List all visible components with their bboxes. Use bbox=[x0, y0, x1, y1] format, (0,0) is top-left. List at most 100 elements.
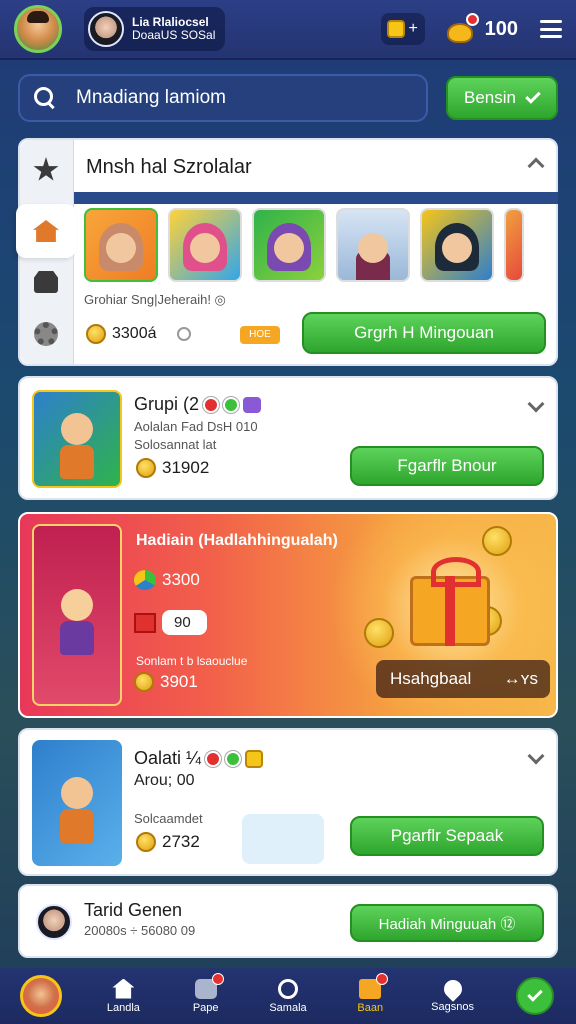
section-title: Mnsh hal Szrolalar bbox=[86, 156, 252, 178]
featured-subtitle: Sonlam t b lsaouclue bbox=[136, 654, 248, 668]
add-coins-button[interactable]: + bbox=[380, 13, 425, 45]
featured-button-label: Hsahgbaal bbox=[390, 669, 472, 688]
nav-label: Pape bbox=[192, 1001, 219, 1014]
featured-section-panel: Mnsh hal Szrolalar Grohiar Sng|Jeheraih!… bbox=[16, 138, 558, 366]
event-card-1[interactable]: Grupi (2 Aolalan Fad DsH 010 Solosannat … bbox=[18, 376, 558, 500]
rail-settings[interactable] bbox=[30, 318, 62, 350]
featured-title: Hadiain (Hadlahhingualah) bbox=[136, 532, 338, 549]
search-value: Mnadiang lamiom bbox=[76, 87, 226, 108]
friend-name: Tarid Genen bbox=[84, 900, 183, 920]
nav-label: Landla bbox=[106, 1001, 140, 1014]
featured-coins: 3901 bbox=[134, 672, 198, 692]
nav-shop[interactable]: Pape bbox=[165, 972, 247, 1014]
rail-favorites[interactable] bbox=[30, 154, 62, 186]
card-meta-line-2: Solosannat lat bbox=[134, 437, 217, 452]
card-coins-value: 31902 bbox=[162, 458, 210, 477]
nav-rewards[interactable]: Baan bbox=[329, 972, 411, 1014]
rail-inventory[interactable] bbox=[30, 266, 62, 298]
nav-label: Sagsnos bbox=[431, 1000, 474, 1013]
red-gem-icon bbox=[205, 750, 222, 767]
top-bar: Lia Rlaliocsel DoaaUS SOSal + 100 bbox=[0, 0, 576, 60]
friend-card[interactable]: Tarid Genen 20080s ÷ 56080 09 Hadiah Min… bbox=[18, 884, 558, 958]
notification-dot bbox=[211, 972, 224, 985]
thumbnail-6[interactable] bbox=[504, 208, 524, 282]
card-meta-line-1: Arou; 00 bbox=[134, 772, 195, 789]
card-title: Grupi (2 bbox=[134, 394, 262, 415]
gems-icon[interactable] bbox=[446, 13, 479, 43]
check-icon bbox=[527, 986, 543, 1002]
search-button-label: Bensin bbox=[464, 88, 516, 107]
red-gem-icon bbox=[203, 396, 220, 413]
nav-label: Samala bbox=[269, 1001, 307, 1014]
side-rail bbox=[16, 140, 76, 364]
bottom-nav: Landla Pape Samala Baan Sagsnos bbox=[0, 968, 576, 1024]
featured-pill: 90 bbox=[162, 610, 207, 635]
event-card-image bbox=[32, 390, 122, 488]
user-info: Lia Rlaliocsel DoaaUS SOSal bbox=[132, 16, 215, 42]
card-action-button[interactable]: Pgarflr Sepaak bbox=[350, 816, 544, 856]
box-icon bbox=[34, 271, 58, 293]
coin-icon bbox=[136, 458, 156, 478]
friend-stats: 20080s ÷ 56080 09 bbox=[84, 923, 196, 938]
gear-icon bbox=[34, 322, 58, 346]
nav-map[interactable]: Sagsnos bbox=[411, 975, 493, 1013]
search-button[interactable]: Bensin bbox=[446, 76, 558, 120]
search-input[interactable]: Mnadiang lamiom bbox=[18, 74, 428, 122]
swap-icon: ↔ʏs bbox=[503, 669, 538, 688]
featured-gems-value: 3300 bbox=[162, 570, 200, 589]
section-divider bbox=[74, 192, 558, 204]
user-chip[interactable]: Lia Rlaliocsel DoaaUS SOSal bbox=[84, 7, 226, 51]
nav-home[interactable]: Landla bbox=[82, 978, 164, 1014]
expand-icon[interactable] bbox=[527, 747, 545, 765]
gift-action-button[interactable]: Hadiah Minguuah ⑫ bbox=[350, 904, 544, 942]
nav-confirm[interactable] bbox=[494, 977, 576, 1015]
hot-tag: HOE bbox=[240, 326, 280, 344]
menu-icon[interactable] bbox=[540, 20, 562, 38]
section-coins: 3300á bbox=[86, 324, 191, 344]
info-icon bbox=[176, 327, 191, 341]
search-row: Mnadiang lamiom Bensin bbox=[18, 74, 558, 122]
gems-count: 100 bbox=[484, 17, 518, 40]
event-card-image bbox=[32, 740, 122, 866]
nav-explore[interactable]: Samala bbox=[247, 978, 329, 1014]
coin-icon bbox=[387, 20, 406, 38]
thumbnail-2[interactable] bbox=[168, 208, 242, 282]
player-avatar[interactable] bbox=[14, 5, 62, 53]
search-icon bbox=[34, 87, 56, 109]
friend-avatar bbox=[36, 904, 72, 940]
section-coins-value: 3300á bbox=[112, 325, 157, 342]
gold-box-icon bbox=[245, 749, 264, 768]
featured-action-button[interactable]: Hsahgbaal ↔ʏs bbox=[376, 660, 550, 698]
thumbnail-1[interactable] bbox=[84, 208, 158, 282]
featured-gems: 3300 bbox=[134, 570, 200, 590]
card-title: Oalati ¼ bbox=[134, 748, 264, 769]
event-card-2[interactable]: Oalati ¼ Arou; 00 Solcaamdet 2732 Pgarfl… bbox=[18, 728, 558, 876]
section-subtitle: Grohiar Sng|Jeheraih! ◎ bbox=[84, 292, 226, 307]
location-pin-icon bbox=[439, 975, 466, 1002]
compass-icon bbox=[277, 978, 298, 999]
plus-icon: + bbox=[408, 20, 418, 37]
notification-dot bbox=[465, 13, 479, 26]
reward-preview-image bbox=[242, 814, 324, 864]
rail-home[interactable] bbox=[16, 204, 76, 258]
thumbnail-4[interactable] bbox=[336, 208, 410, 282]
star-icon bbox=[33, 157, 59, 181]
expand-icon[interactable] bbox=[527, 395, 545, 413]
card-coins-value: 2732 bbox=[162, 832, 200, 851]
collapse-icon[interactable] bbox=[527, 157, 545, 175]
featured-offer-banner[interactable]: Hadiain (Hadlahhingualah) 3300 90 Sonlam… bbox=[18, 512, 558, 718]
profile-avatar bbox=[20, 975, 63, 1017]
featured-character-image bbox=[32, 524, 122, 706]
coin-icon bbox=[134, 672, 154, 692]
section-action-button[interactable]: Grgrh H Mingouan bbox=[302, 312, 546, 354]
thumbnail-5[interactable] bbox=[420, 208, 494, 282]
card-action-button[interactable]: Fgarflr Bnour bbox=[350, 446, 544, 486]
check-icon bbox=[525, 88, 541, 104]
thumbnail-strip bbox=[84, 208, 524, 282]
notification-dot bbox=[376, 972, 389, 985]
thumbnail-3[interactable] bbox=[252, 208, 326, 282]
confirm-button[interactable] bbox=[515, 977, 554, 1015]
nav-profile[interactable] bbox=[0, 975, 82, 1017]
green-gem-icon bbox=[223, 396, 240, 413]
red-box-icon bbox=[134, 612, 156, 633]
